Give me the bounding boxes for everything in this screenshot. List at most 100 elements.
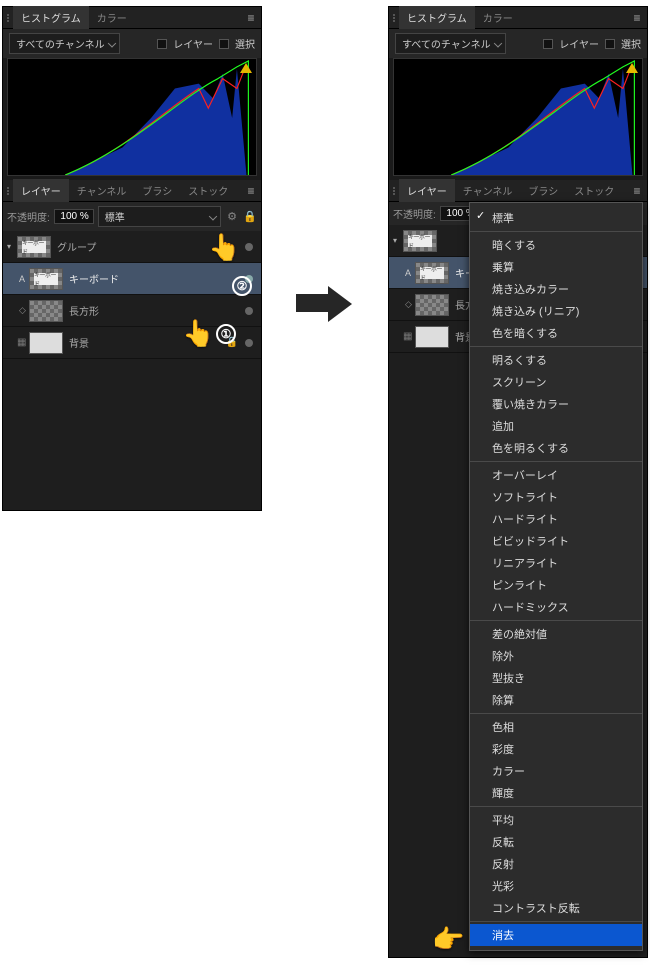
- layer-checkbox[interactable]: [543, 39, 553, 49]
- layer-thumb: キーボード: [29, 268, 63, 290]
- menu-item-screen[interactable]: スクリーン: [470, 371, 642, 393]
- layer-thumb: キーボード: [17, 236, 51, 258]
- menu-item-average[interactable]: 平均: [470, 809, 642, 831]
- tab-stock[interactable]: ストック: [180, 179, 236, 202]
- menu-item-overlay[interactable]: オーバーレイ: [470, 464, 642, 486]
- layer-name[interactable]: 長方形: [69, 303, 241, 318]
- pointer-hand-icon: 👉: [432, 926, 464, 952]
- histogram-controls: すべてのチャンネル レイヤー 選択: [389, 29, 647, 58]
- menu-item-contrast-negate[interactable]: コントラスト反転: [470, 897, 642, 919]
- menu-item-hard-mix[interactable]: ハードミックス: [470, 596, 642, 618]
- tab-histogram[interactable]: ヒストグラム: [399, 6, 475, 29]
- menu-item-divide[interactable]: 除算: [470, 689, 642, 711]
- menu-item-hue[interactable]: 色相: [470, 716, 642, 738]
- menu-item-lighter-color[interactable]: 色を明るくする: [470, 437, 642, 459]
- menu-item-luminosity[interactable]: 輝度: [470, 782, 642, 804]
- warning-icon[interactable]: [626, 63, 638, 73]
- layer-checkbox[interactable]: [157, 39, 167, 49]
- drag-handle-icon[interactable]: [389, 14, 399, 22]
- layer-thumb: [29, 300, 63, 322]
- layer-controls: 不透明度: 100 % 標準 ⚙ 🔒: [3, 202, 261, 231]
- shape-layer-icon: ◇: [19, 305, 27, 316]
- layers-tab-bar: レイヤー チャンネル ブラシ ストック ≡: [3, 180, 261, 202]
- select-checkbox-label: 選択: [235, 36, 255, 51]
- expand-caret-icon[interactable]: ▾: [7, 242, 15, 251]
- gear-icon[interactable]: ⚙: [225, 210, 239, 224]
- channel-dropdown[interactable]: すべてのチャンネル: [395, 33, 506, 54]
- tab-color[interactable]: カラー: [89, 6, 135, 29]
- tab-channels[interactable]: チャンネル: [455, 179, 521, 202]
- panel-menu-icon[interactable]: ≡: [241, 11, 261, 25]
- warning-icon[interactable]: [240, 63, 252, 73]
- menu-item-multiply[interactable]: 乗算: [470, 256, 642, 278]
- menu-item-normal[interactable]: 標準: [470, 207, 642, 229]
- layer-checkbox-label: レイヤー: [559, 36, 599, 51]
- menu-item-reflect[interactable]: 反射: [470, 853, 642, 875]
- drag-handle-icon[interactable]: [3, 187, 13, 195]
- histogram-svg: [8, 59, 256, 175]
- text-layer-icon: A: [19, 274, 27, 284]
- menu-item-erase[interactable]: 消去: [470, 924, 642, 946]
- histogram-svg: [394, 59, 642, 175]
- histogram-canvas: [7, 58, 257, 176]
- top-tab-bar: ヒストグラム カラー ≡: [389, 7, 647, 29]
- tab-stock[interactable]: ストック: [566, 179, 622, 202]
- tab-layers[interactable]: レイヤー: [13, 179, 69, 202]
- menu-item-difference[interactable]: 差の絶対値: [470, 623, 642, 645]
- select-checkbox-label: 選択: [621, 36, 641, 51]
- panel-menu-icon[interactable]: ≡: [627, 11, 647, 25]
- menu-item-soft-light[interactable]: ソフトライト: [470, 486, 642, 508]
- visibility-dot-icon[interactable]: [245, 307, 253, 315]
- opacity-label: 不透明度:: [393, 206, 436, 221]
- menu-item-darker-color[interactable]: 色を暗くする: [470, 322, 642, 344]
- pointer-hand-icon: 👆: [182, 320, 214, 346]
- drag-handle-icon[interactable]: [3, 14, 13, 22]
- tab-color[interactable]: カラー: [475, 6, 521, 29]
- menu-item-subtract[interactable]: 型抜き: [470, 667, 642, 689]
- layer-name[interactable]: キーボード: [69, 271, 241, 286]
- drag-handle-icon[interactable]: [389, 187, 399, 195]
- shape-layer-icon: ◇: [405, 299, 413, 310]
- expand-caret-icon[interactable]: ▾: [393, 236, 401, 245]
- tab-brushes[interactable]: ブラシ: [520, 179, 566, 202]
- layers-tab-bar: レイヤー チャンネル ブラシ ストック ≡: [389, 180, 647, 202]
- menu-item-linear-burn[interactable]: 焼き込み (リニア): [470, 300, 642, 322]
- panel-menu-icon[interactable]: ≡: [627, 184, 647, 198]
- visibility-dot-icon[interactable]: [245, 339, 253, 347]
- menu-item-vivid-light[interactable]: ビビッドライト: [470, 530, 642, 552]
- blend-mode-dropdown[interactable]: 標準: [98, 206, 221, 227]
- menu-item-pin-light[interactable]: ピンライト: [470, 574, 642, 596]
- menu-item-exclusion[interactable]: 除外: [470, 645, 642, 667]
- menu-item-add[interactable]: 追加: [470, 415, 642, 437]
- tab-histogram[interactable]: ヒストグラム: [13, 6, 89, 29]
- menu-item-color-burn[interactable]: 焼き込みカラー: [470, 278, 642, 300]
- menu-item-negation[interactable]: 反転: [470, 831, 642, 853]
- select-checkbox[interactable]: [605, 39, 615, 49]
- select-checkbox[interactable]: [219, 39, 229, 49]
- visibility-dot-icon[interactable]: [245, 243, 253, 251]
- menu-item-glow[interactable]: 光彩: [470, 875, 642, 897]
- pointer-hand-icon: 👆: [208, 234, 240, 260]
- opacity-field[interactable]: 100 %: [54, 209, 94, 224]
- layer-row-rect[interactable]: ◇ 長方形: [3, 295, 261, 327]
- tab-channels[interactable]: チャンネル: [69, 179, 135, 202]
- channel-dropdown[interactable]: すべてのチャンネル: [9, 33, 120, 54]
- opacity-label: 不透明度:: [7, 209, 50, 224]
- panel-menu-icon[interactable]: ≡: [241, 184, 261, 198]
- menu-item-lighten[interactable]: 明るくする: [470, 349, 642, 371]
- lock-icon[interactable]: 🔒: [243, 210, 257, 224]
- menu-item-darken[interactable]: 暗くする: [470, 234, 642, 256]
- tab-brushes[interactable]: ブラシ: [134, 179, 180, 202]
- menu-item-color-dodge[interactable]: 覆い焼きカラー: [470, 393, 642, 415]
- layer-thumb: [415, 326, 449, 348]
- histogram-canvas: [393, 58, 643, 176]
- menu-item-linear-light[interactable]: リニアライト: [470, 552, 642, 574]
- layer-thumb: キーボード: [415, 262, 449, 284]
- menu-item-saturation[interactable]: 彩度: [470, 738, 642, 760]
- layer-row-keyboard[interactable]: A キーボード キーボード: [3, 263, 261, 295]
- layer-thumb: キーボード: [403, 230, 437, 252]
- layer-checkbox-label: レイヤー: [173, 36, 213, 51]
- menu-item-color[interactable]: カラー: [470, 760, 642, 782]
- tab-layers[interactable]: レイヤー: [399, 179, 455, 202]
- menu-item-hard-light[interactable]: ハードライト: [470, 508, 642, 530]
